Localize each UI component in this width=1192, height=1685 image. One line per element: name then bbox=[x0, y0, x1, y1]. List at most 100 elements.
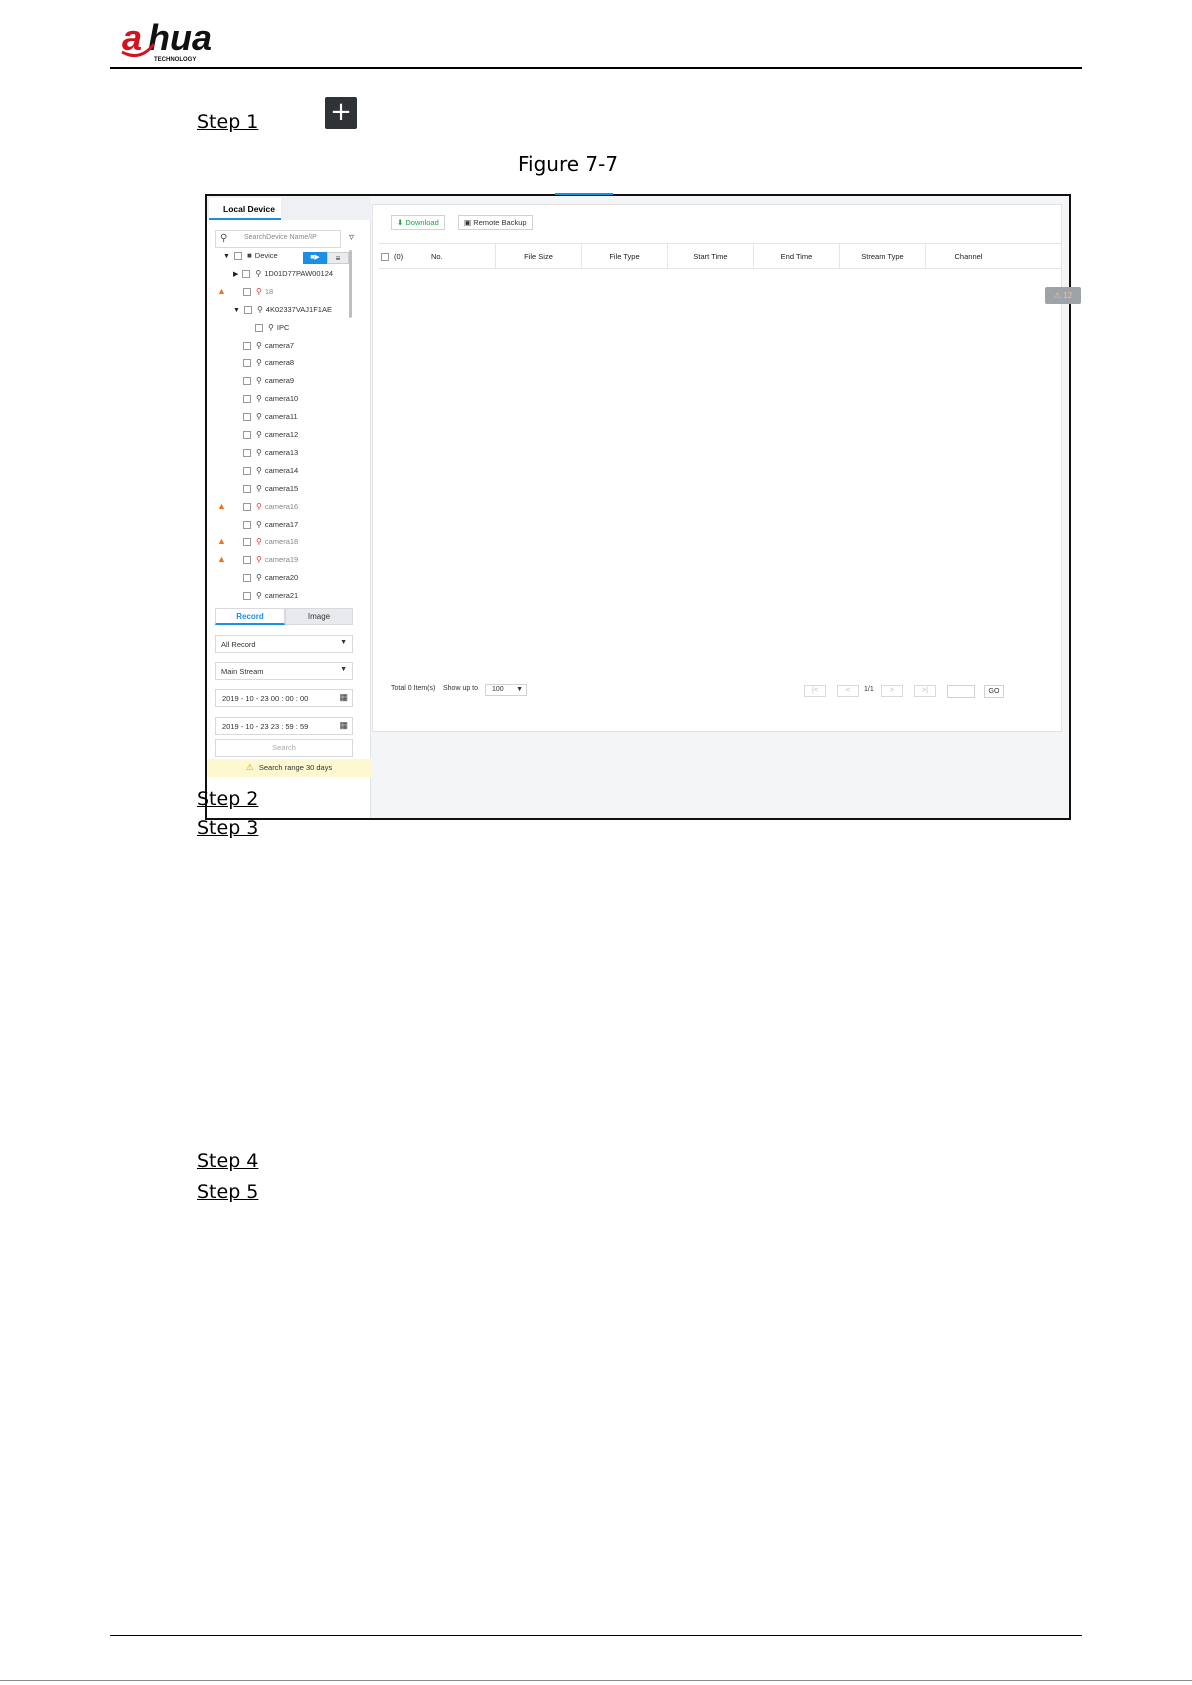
remote-backup-label: Remote Backup bbox=[473, 218, 527, 227]
tree-checkbox[interactable] bbox=[243, 413, 251, 422]
tree-checkbox[interactable] bbox=[243, 287, 251, 296]
calendar-icon[interactable]: ▦ bbox=[339, 720, 348, 731]
tree-item[interactable]: ▼ ⚲ 4K02337VAJ1F1AE bbox=[233, 305, 332, 322]
tree-item[interactable]: ⚲ camera16 bbox=[243, 502, 298, 519]
step-1: Step 1 bbox=[197, 111, 259, 133]
first-page-button[interactable]: |< bbox=[804, 685, 826, 697]
camera-view-icon[interactable]: ■▶ bbox=[303, 252, 327, 264]
tree-checkbox[interactable] bbox=[243, 592, 251, 601]
tree-checkbox[interactable] bbox=[243, 395, 251, 404]
tree-item[interactable]: ⚲ 18 bbox=[243, 287, 273, 304]
tree-checkbox[interactable] bbox=[243, 574, 251, 583]
tree-checkbox[interactable] bbox=[243, 431, 251, 440]
tree-item-label: 18 bbox=[264, 286, 274, 296]
view-toggle[interactable]: ■▶ ≡ bbox=[303, 252, 351, 264]
tree-checkbox[interactable] bbox=[255, 323, 263, 332]
list-view-icon[interactable]: ≡ bbox=[327, 252, 349, 264]
expand-icon[interactable]: ▼ bbox=[233, 307, 240, 314]
chevron-down-icon: ▼ bbox=[340, 639, 347, 646]
tree-checkbox[interactable] bbox=[243, 502, 251, 511]
download-button[interactable]: ⬇ Download bbox=[391, 215, 445, 230]
col-start-time: Start Time bbox=[667, 244, 753, 269]
tree-item[interactable]: ⚲ camera17 bbox=[243, 520, 298, 537]
footer-rule bbox=[110, 1635, 1082, 1636]
tree-item-label: camera20 bbox=[264, 573, 299, 583]
prev-page-button[interactable]: < bbox=[837, 685, 859, 697]
stream-select[interactable]: Main Stream ▼ bbox=[215, 662, 353, 680]
tree-item[interactable]: ⚲ camera14 bbox=[243, 466, 298, 483]
tree-item[interactable]: ⚲ IPC bbox=[255, 323, 289, 340]
camera-icon: ⚲ bbox=[256, 394, 262, 404]
search-button[interactable]: Search bbox=[215, 739, 353, 757]
stream-value: Main Stream bbox=[221, 667, 264, 676]
expand-icon[interactable]: ▼ bbox=[223, 253, 230, 260]
tree-checkbox[interactable] bbox=[233, 252, 242, 261]
device-search-input[interactable]: ⚲ SearchDevice Name/IP bbox=[215, 230, 341, 248]
camera-icon: ⚲ bbox=[256, 358, 262, 368]
tree-item[interactable]: ⚲ camera19 bbox=[243, 555, 298, 572]
tree-checkbox[interactable] bbox=[243, 359, 251, 368]
col-file-type: File Type bbox=[581, 244, 667, 269]
tree-item-label: camera16 bbox=[264, 501, 299, 511]
camera-icon: ⚲ bbox=[256, 537, 262, 547]
tree-item[interactable]: ⚲ camera18 bbox=[243, 537, 298, 554]
figure-screenshot: Local Device ⚲ SearchDevice Name/IP ▿ ■▶… bbox=[205, 193, 1081, 820]
camera-icon: ⚲ bbox=[256, 465, 262, 475]
warning-icon: ⚠ bbox=[245, 762, 254, 772]
calendar-icon[interactable]: ▦ bbox=[339, 692, 348, 703]
tree-item[interactable]: ⚲ camera21 bbox=[243, 591, 298, 608]
tree-item[interactable]: ⚲ camera10 bbox=[243, 394, 298, 411]
col-file-size: File Size bbox=[495, 244, 581, 269]
select-all-header[interactable]: (0) bbox=[379, 244, 421, 269]
tree-item[interactable]: ⚲ camera20 bbox=[243, 573, 298, 590]
device-panel: Local Device ⚲ SearchDevice Name/IP ▿ ■▶… bbox=[207, 196, 371, 818]
tree-item-label: camera7 bbox=[264, 340, 295, 350]
next-page-button[interactable]: > bbox=[881, 685, 903, 697]
tree-checkbox[interactable] bbox=[243, 538, 251, 547]
page-size-select[interactable]: 100 ▼ bbox=[485, 684, 527, 696]
select-all-checkbox[interactable] bbox=[381, 253, 389, 262]
last-page-button[interactable]: >| bbox=[914, 685, 936, 697]
tab-image[interactable]: Image bbox=[285, 608, 353, 625]
tree-checkbox[interactable] bbox=[243, 341, 251, 350]
record-type-value: All Record bbox=[221, 640, 256, 649]
tree-item[interactable]: ⚲ camera7 bbox=[243, 341, 294, 358]
warning-icon: ▲ bbox=[217, 285, 226, 296]
tree-item-label: IPC bbox=[276, 322, 290, 332]
download-label: Download bbox=[405, 218, 439, 227]
tree-item[interactable]: ⚲ camera13 bbox=[243, 448, 298, 465]
tree-item[interactable]: ▼ ■ Device bbox=[223, 251, 278, 268]
end-time-field[interactable]: 2019 - 10 - 23 23 : 59 : 59 ▦ bbox=[215, 717, 353, 735]
warning-icon: ▲ bbox=[217, 536, 226, 547]
col-no: No. bbox=[431, 252, 443, 261]
tree-checkbox[interactable] bbox=[243, 305, 252, 314]
tree-checkbox[interactable] bbox=[243, 466, 251, 475]
page-number-input[interactable] bbox=[947, 685, 975, 698]
tab-local-device[interactable]: Local Device bbox=[209, 198, 281, 220]
camera-icon: ⚲ bbox=[256, 555, 262, 565]
tree-checkbox[interactable] bbox=[242, 269, 251, 278]
tree-checkbox[interactable] bbox=[243, 377, 251, 386]
tree-item[interactable]: ▶ ⚲ 1D01D77PAW00124 bbox=[233, 269, 333, 286]
collapse-icon[interactable]: ▶ bbox=[233, 270, 238, 278]
tree-item[interactable]: ⚲ camera8 bbox=[243, 358, 294, 375]
record-type-select[interactable]: All Record ▼ bbox=[215, 635, 353, 653]
tree-item-label: camera19 bbox=[264, 555, 299, 565]
tree-item-label: camera18 bbox=[264, 537, 299, 547]
tree-item[interactable]: ⚲ camera12 bbox=[243, 430, 298, 447]
go-button[interactable]: GO bbox=[984, 685, 1004, 698]
tree-checkbox[interactable] bbox=[243, 556, 251, 565]
alarm-badge[interactable]: ⚠ 12 bbox=[1045, 287, 1081, 304]
filter-icon[interactable]: ▿ bbox=[349, 232, 354, 243]
range-note-text: Search range 30 days bbox=[258, 763, 333, 772]
tree-item[interactable]: ⚲ camera15 bbox=[243, 484, 298, 501]
tree-item[interactable]: ⚲ camera9 bbox=[243, 376, 294, 393]
tree-item[interactable]: ⚲ camera11 bbox=[243, 412, 298, 429]
tree-checkbox[interactable] bbox=[243, 448, 251, 457]
tree-checkbox[interactable] bbox=[243, 520, 251, 529]
svg-text:hua: hua bbox=[148, 17, 212, 58]
start-time-field[interactable]: 2019 - 10 - 23 00 : 00 : 00 ▦ bbox=[215, 689, 353, 707]
tab-record[interactable]: Record bbox=[215, 608, 285, 625]
remote-backup-button[interactable]: ▣ Remote Backup bbox=[458, 215, 533, 230]
tree-checkbox[interactable] bbox=[243, 484, 251, 493]
